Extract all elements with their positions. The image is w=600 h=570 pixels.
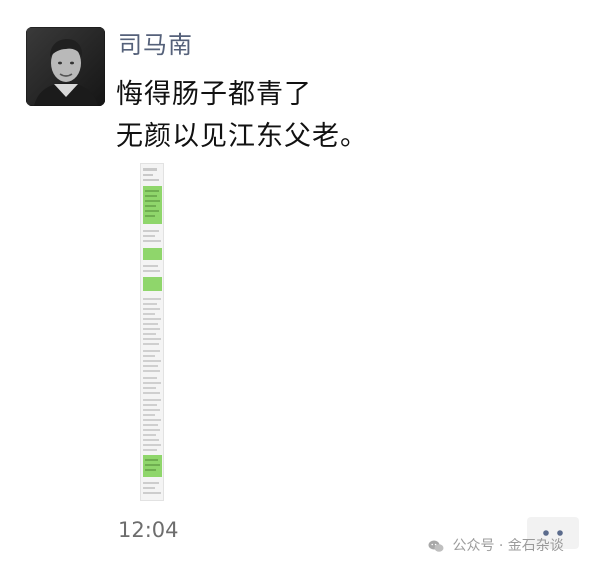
watermark-text: 公众号 · 金石杂谈 bbox=[452, 538, 564, 554]
author-name[interactable]: 司马南 bbox=[118, 30, 193, 60]
chat-screenshot-image bbox=[141, 164, 163, 500]
moments-post: 司马南 悔得肠子都青了 无颜以见江东父老。 12:04 公众号 · 金石杂谈 bbox=[0, 0, 600, 570]
avatar-photo bbox=[26, 27, 105, 106]
post-time: 12:04 bbox=[118, 518, 179, 542]
post-text-line-1: 悔得肠子都青了 bbox=[116, 79, 312, 110]
avatar[interactable] bbox=[26, 27, 105, 106]
watermark: 公众号 · 金石杂谈 bbox=[428, 536, 564, 556]
post-text: 悔得肠子都青了 无颜以见江东父老。 bbox=[116, 74, 368, 158]
wechat-icon bbox=[428, 540, 444, 552]
post-text-line-2: 无颜以见江东父老。 bbox=[116, 121, 368, 152]
long-chat-screenshot-thumbnail[interactable] bbox=[140, 163, 164, 501]
